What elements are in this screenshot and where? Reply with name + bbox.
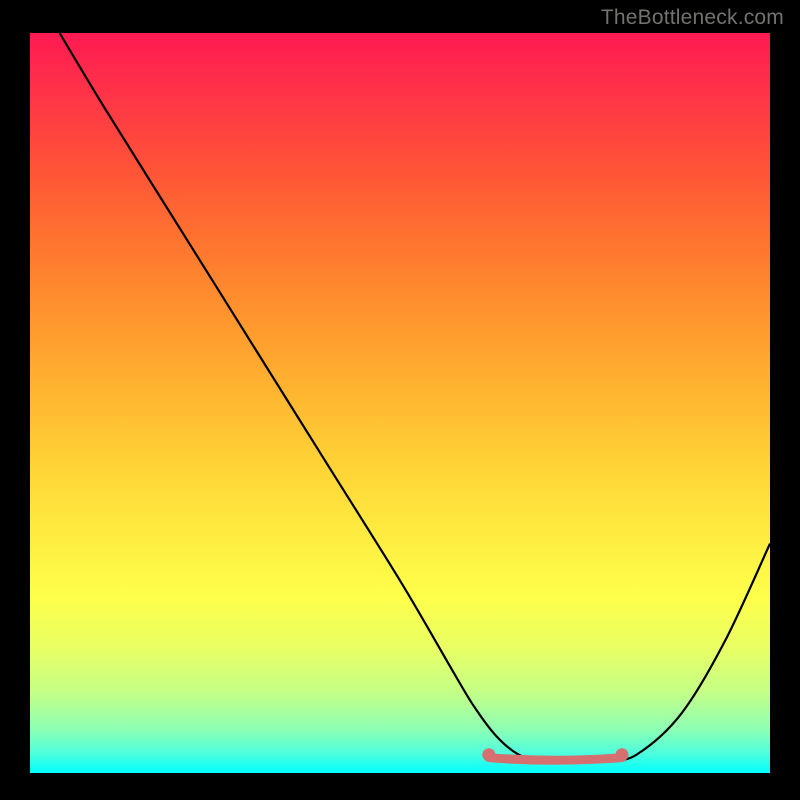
watermark-text: TheBottleneck.com [601,6,784,30]
chart-frame: TheBottleneck.com [0,0,800,800]
plot-area [30,33,770,773]
curve-svg [30,33,770,773]
plateau-highlight [489,758,622,761]
plateau-dot-left [482,748,495,761]
plateau-dot-right [616,748,629,761]
bottleneck-curve [60,33,770,763]
